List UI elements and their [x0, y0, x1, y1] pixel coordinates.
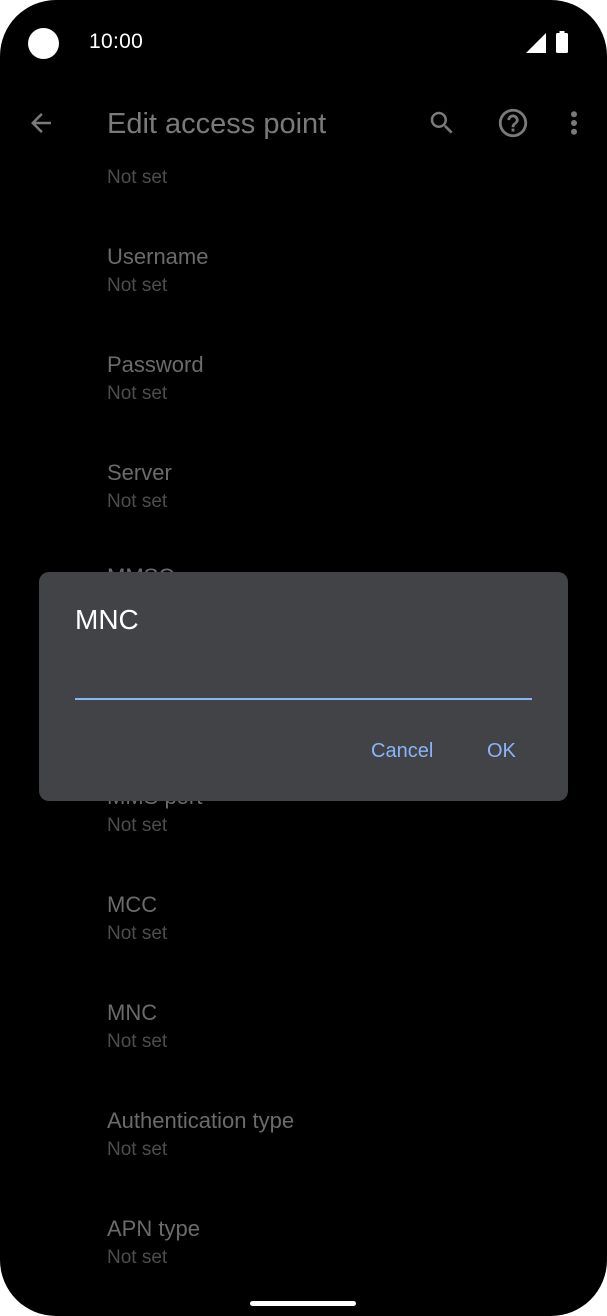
mnc-input-underline: [75, 656, 536, 700]
camera-cutout: [28, 28, 59, 59]
gesture-nav-handle[interactable]: [250, 1301, 356, 1306]
mnc-dialog: MNC Cancel OK: [39, 572, 568, 801]
back-arrow-icon[interactable]: [26, 108, 56, 138]
dialog-title: MNC: [75, 604, 139, 635]
page-title: Edit access point: [107, 108, 327, 140]
list-item-mcc[interactable]: MCC: [107, 892, 157, 918]
battery-icon: [556, 31, 568, 53]
list-item-apn-type[interactable]: APN type: [107, 1216, 200, 1242]
more-vert-icon[interactable]: [563, 108, 585, 138]
ok-button[interactable]: OK: [487, 740, 516, 763]
list-item-subtitle: Not set: [107, 491, 168, 512]
status-bar: 10:00: [0, 0, 607, 86]
app-bar: Edit access point: [0, 88, 607, 160]
list-item-subtitle: Not set: [107, 383, 168, 404]
list-item-mnc[interactable]: MNC: [107, 1000, 157, 1026]
help-icon[interactable]: [496, 106, 530, 140]
list-item-subtitle: Not set: [107, 1139, 168, 1160]
status-time: 10:00: [89, 30, 144, 53]
list-item-subtitle[interactable]: Not set: [107, 167, 167, 189]
list-item-username[interactable]: Username: [107, 244, 208, 270]
list-item-subtitle: Not set: [107, 275, 168, 296]
list-item-server[interactable]: Server: [107, 460, 172, 486]
list-item-subtitle: Not set: [107, 1247, 168, 1268]
list-item-password[interactable]: Password: [107, 352, 204, 378]
mnc-input[interactable]: [75, 656, 536, 700]
list-item-subtitle: Not set: [107, 923, 168, 944]
device-screen: 10:00 Edit access point Not set Username: [0, 0, 607, 1316]
signal-icon: [526, 33, 546, 53]
search-icon[interactable]: [427, 108, 457, 138]
list-item-authentication-type[interactable]: Authentication type: [107, 1108, 294, 1134]
list-item-subtitle: Not set: [107, 1031, 168, 1052]
list-item-subtitle: Not set: [107, 815, 168, 836]
cancel-button[interactable]: Cancel: [371, 740, 433, 763]
